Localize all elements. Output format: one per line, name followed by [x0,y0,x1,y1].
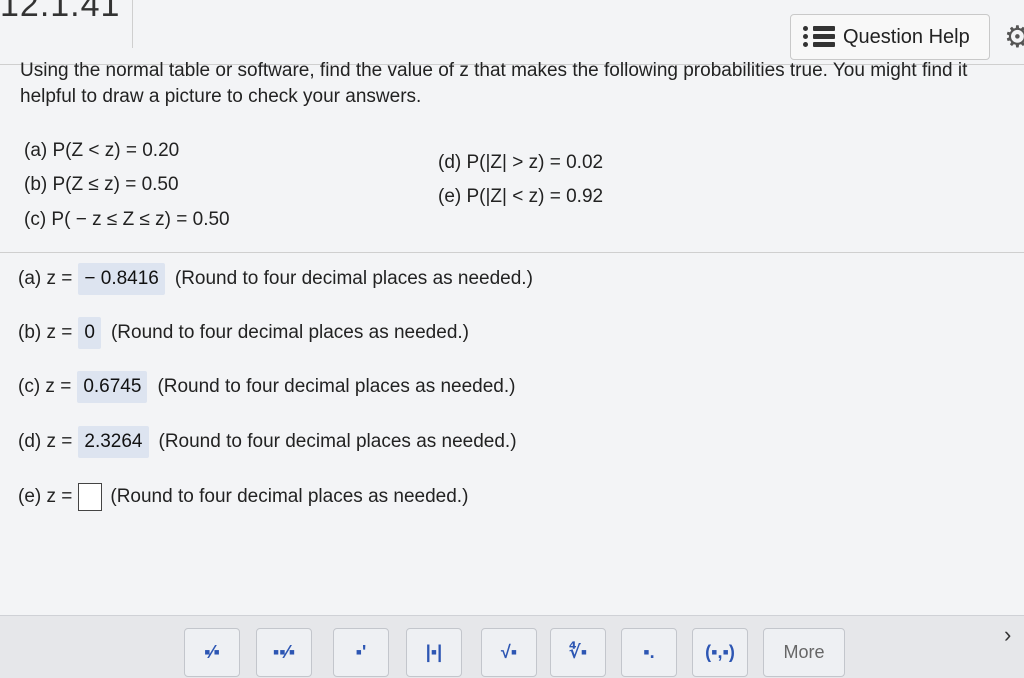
answer-hint: (Round to four decimal places as needed.… [110,486,469,507]
part-e: (e) P(|Z| < z) = 0.92 [438,186,604,207]
decimal-icon[interactable]: ▪. [621,628,677,677]
exponent-icon[interactable]: ▪' [333,628,389,677]
answers-divider [0,252,1024,253]
answer-hint: (Round to four decimal places as needed.… [157,376,516,397]
question-prompt: Using the normal table or software, find… [20,60,968,107]
answer-input-d[interactable]: 2.3264 [78,426,149,458]
answer-prefix: (d) z = [18,431,73,452]
answer-row-e: (e) z = (Round to four decimal places as… [18,480,468,514]
answer-row-d: (d) z = 2.3264 (Round to four decimal pl… [18,425,517,459]
part-d: (d) P(|Z| > z) = 0.02 [438,152,604,173]
answer-row-b: (b) z = 0 (Round to four decimal places … [18,316,469,350]
fraction-icon[interactable]: ▪⁄▪ [184,628,240,677]
gear-icon[interactable]: ⚙ [1004,23,1024,53]
problem-number: 12.1.41 [0,0,121,24]
answer-prefix: (a) z = [18,268,73,289]
answer-hint: (Round to four decimal places as needed.… [110,322,469,343]
mixed-number-icon[interactable]: ▪▪⁄▪ [256,628,312,677]
part-c: (c) P( − z ≤ Z ≤ z) = 0.50 [24,209,230,230]
answer-prefix: (b) z = [18,322,73,343]
answer-hint: (Round to four decimal places as needed.… [174,268,533,289]
answer-row-a: (a) z = − 0.8416 (Round to four decimal … [18,262,533,296]
question-help-label: Question Help [843,25,970,48]
answer-input-b[interactable]: 0 [78,317,101,349]
answer-prefix: (c) z = [18,376,72,397]
title-divider [132,0,133,48]
answer-input-e[interactable] [78,483,103,511]
square-root-icon[interactable]: √▪ [481,628,537,677]
part-b: (b) P(Z ≤ z) = 0.50 [24,174,179,195]
ordered-pair-icon[interactable]: (▪,▪) [692,628,748,677]
chevron-right-icon[interactable]: › [1004,622,1011,648]
answer-hint: (Round to four decimal places as needed.… [158,431,517,452]
nth-root-icon[interactable]: ∜▪ [550,628,606,677]
answer-input-a[interactable]: − 0.8416 [78,263,165,295]
list-icon [803,26,835,48]
answer-input-c[interactable]: 0.6745 [77,371,148,403]
answer-row-c: (c) z = 0.6745 (Round to four decimal pl… [18,370,515,404]
question-help-button[interactable]: Question Help [790,14,990,60]
absolute-value-icon[interactable]: |▪| [406,628,462,677]
more-button[interactable]: More [763,628,845,677]
part-a: (a) P(Z < z) = 0.20 [24,140,180,161]
answer-prefix: (e) z = [18,486,73,507]
